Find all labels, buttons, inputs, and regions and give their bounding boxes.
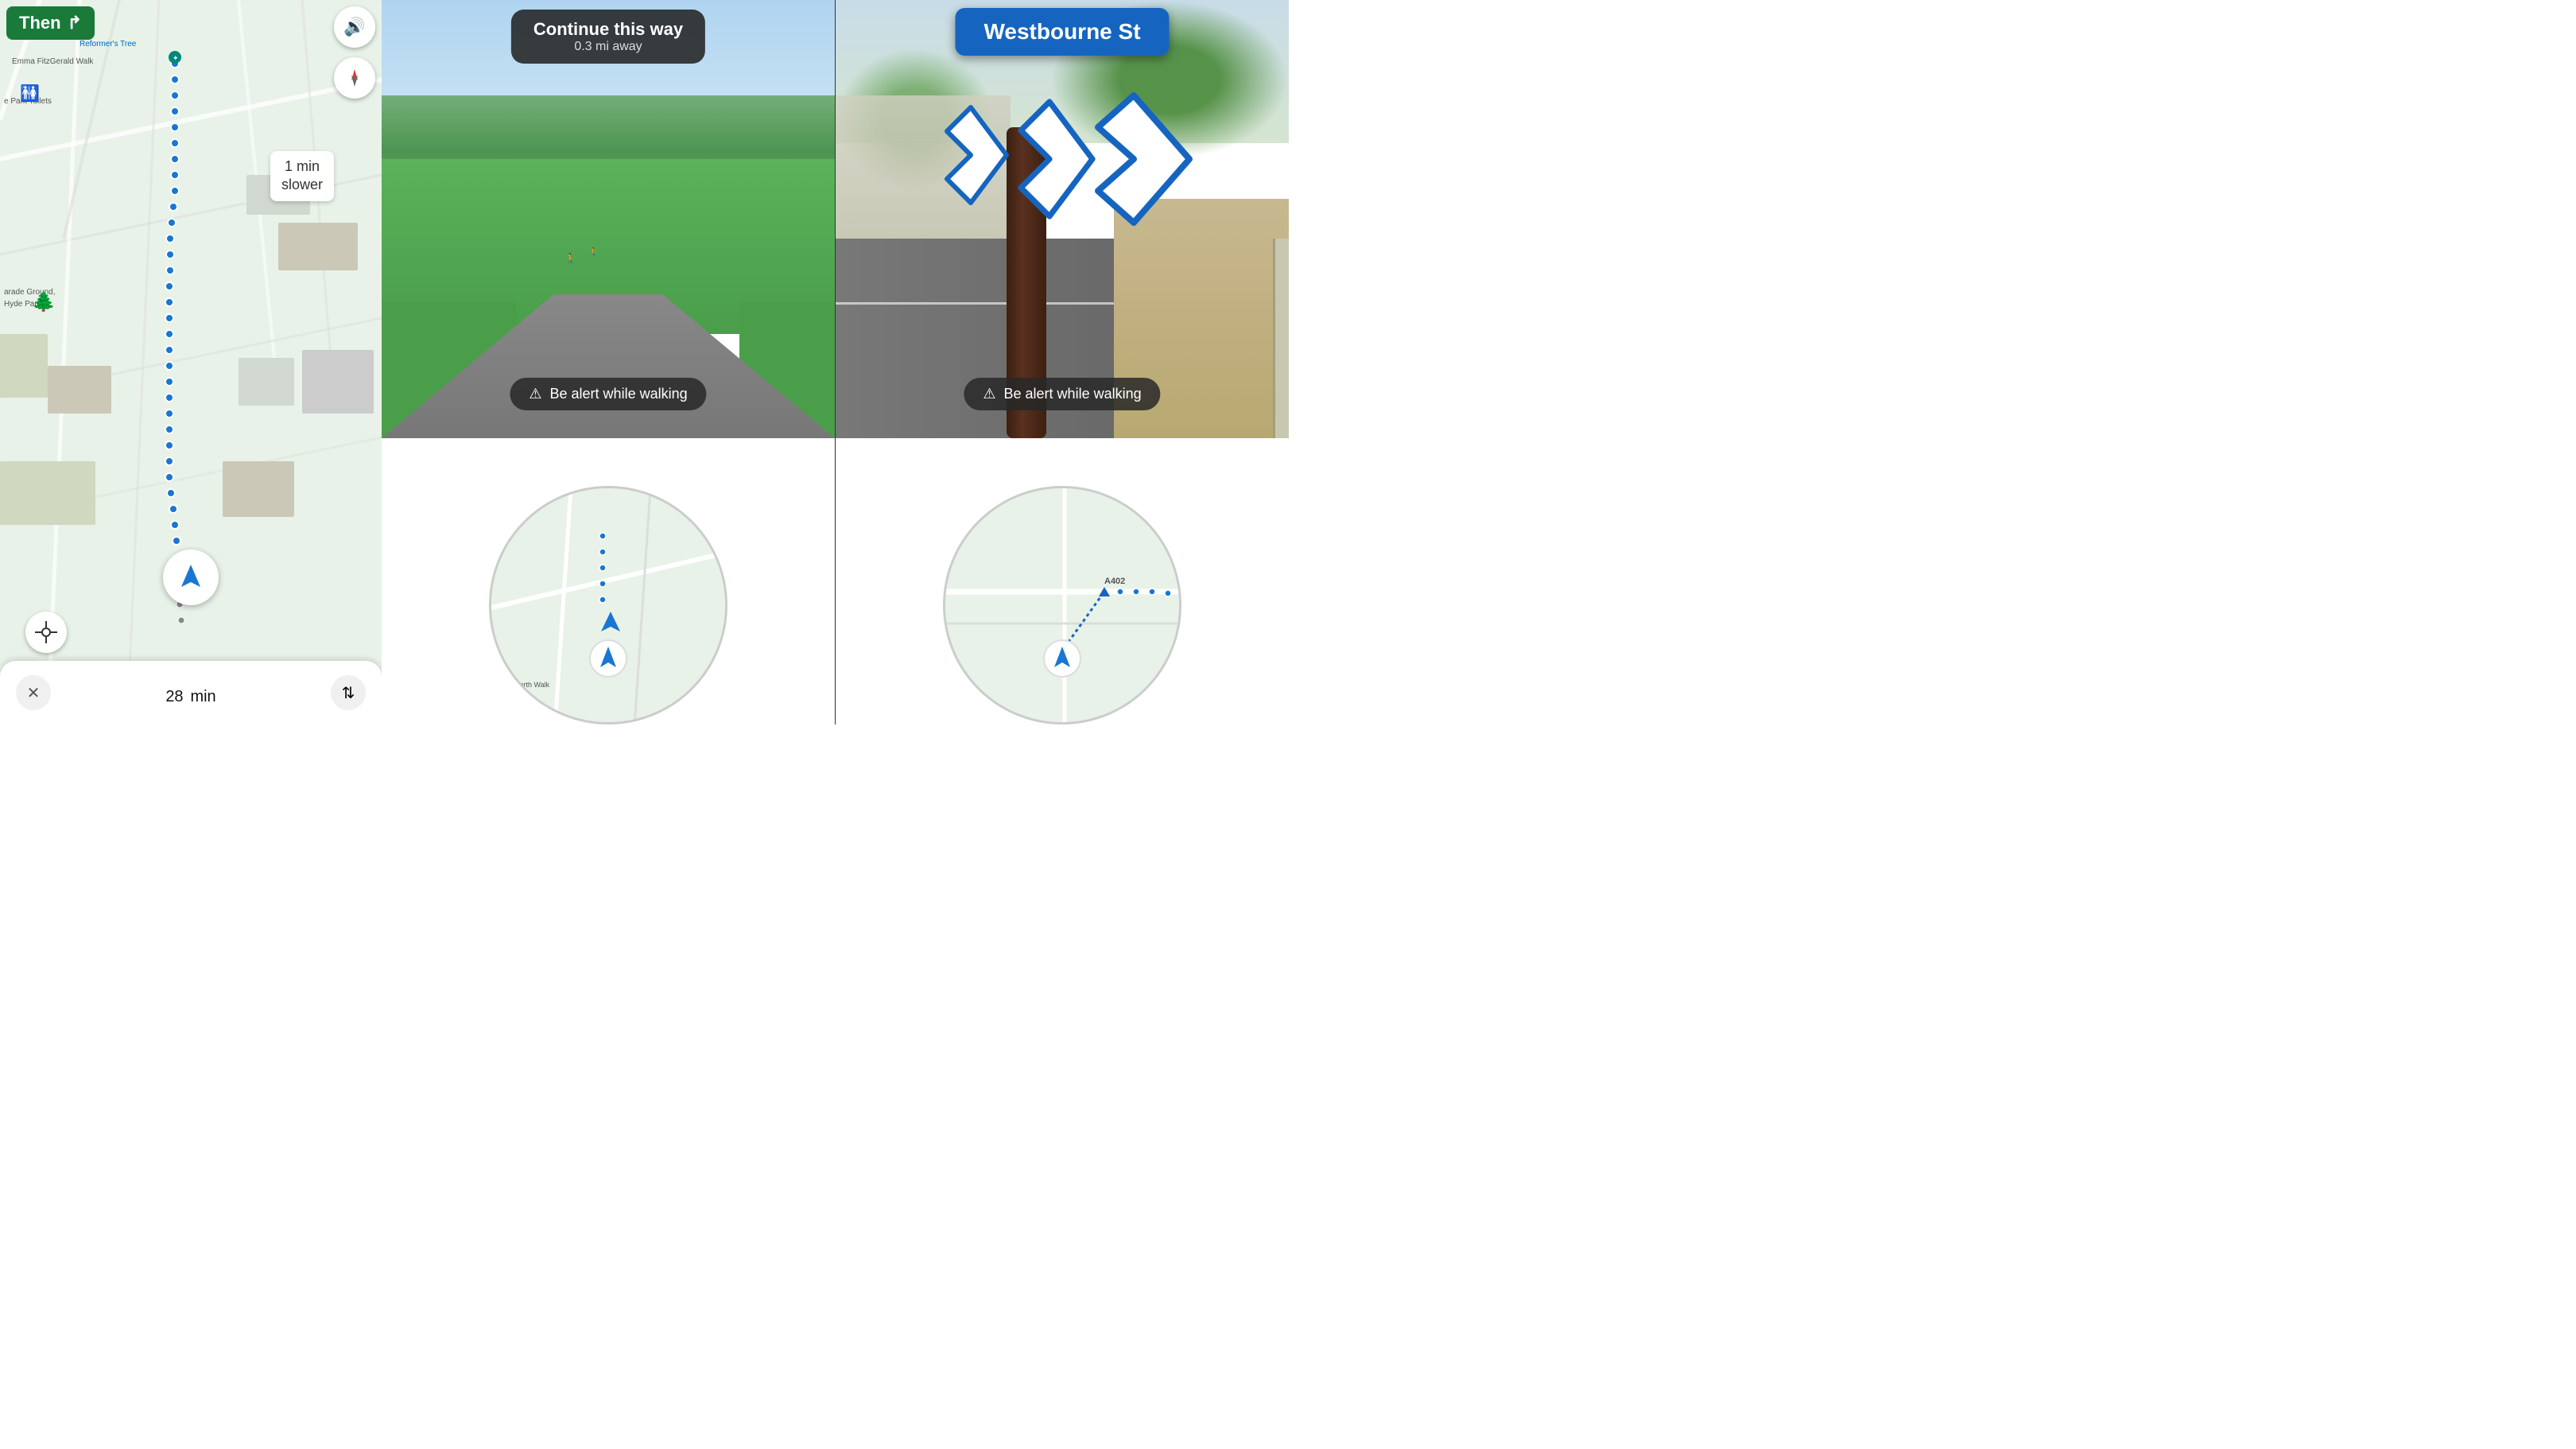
nav-arrow-map xyxy=(163,550,219,605)
alert-icon-center: ⚠ xyxy=(529,386,541,402)
alert-icon-right: ⚠ xyxy=(983,386,995,402)
volume-icon: 🔊 xyxy=(343,17,365,37)
close-button[interactable]: ✕ xyxy=(16,675,51,710)
walker-2: 🚶 xyxy=(588,248,598,257)
mini-map-arrow-center xyxy=(588,639,628,682)
time-display: 28 min xyxy=(165,678,215,708)
volume-button[interactable]: 🔊 xyxy=(334,6,375,48)
slower-tooltip: 1 min slower xyxy=(270,151,334,201)
toilet-icon: 🚻 xyxy=(20,84,40,103)
svg-text:✦: ✦ xyxy=(173,54,179,62)
map-panel: Emma FitzGerald Walk Reformer's Tree e P… xyxy=(0,0,382,724)
park-icon: 🌲 xyxy=(32,290,56,313)
route-options-button[interactable]: ⇅ xyxy=(331,675,366,710)
svg-text:ckworth Walk: ckworth Walk xyxy=(507,681,550,689)
svg-text:A402: A402 xyxy=(1104,577,1125,586)
bottom-bar: ✕ 28 min ⇅ xyxy=(0,661,382,724)
walker-1: 🚶 xyxy=(564,253,576,264)
svg-text:Emma FitzGerald Walk: Emma FitzGerald Walk xyxy=(12,57,94,66)
slower-line2: slower xyxy=(281,176,323,194)
alert-text-center: Be alert while walking xyxy=(550,386,688,402)
nav-card-subtitle: 0.3 mi away xyxy=(533,40,683,54)
time-unit: min xyxy=(190,688,215,705)
then-label: Then xyxy=(19,13,61,33)
ar-right-panel: Westbourne St ⚠ Be alert while walking xyxy=(836,0,1289,724)
alert-badge-right: ⚠ Be alert while walking xyxy=(964,378,1160,410)
wall xyxy=(1273,239,1289,438)
street-name-banner: Westbourne St xyxy=(955,8,1169,56)
mini-map-arrow-right xyxy=(1042,639,1082,682)
ar-arrows xyxy=(927,80,1197,254)
street-name-text: Westbourne St xyxy=(983,19,1140,44)
then-arrow-icon: ↱ xyxy=(68,13,82,33)
alert-text-right: Be alert while walking xyxy=(1004,386,1142,402)
location-crosshair-button[interactable] xyxy=(25,612,67,653)
alert-badge-center: ⚠ Be alert while walking xyxy=(510,378,706,410)
slower-line1: 1 min xyxy=(281,157,323,176)
then-button[interactable]: Then ↱ xyxy=(6,6,95,40)
mini-map-center[interactable]: ckworth Walk xyxy=(489,486,727,724)
time-value: 28 xyxy=(165,688,183,705)
nav-card-title: Continue this way xyxy=(533,19,683,40)
compass-button[interactable] xyxy=(334,57,375,99)
nav-card-center: Continue this way 0.3 mi away xyxy=(511,10,705,64)
mini-map-right[interactable]: A402 xyxy=(943,486,1181,724)
svg-text:Reformer's Tree: Reformer's Tree xyxy=(80,40,137,49)
ar-center-panel: 🚶 🚶 Continue this way 0.3 mi away ⚠ Be a… xyxy=(382,0,835,724)
